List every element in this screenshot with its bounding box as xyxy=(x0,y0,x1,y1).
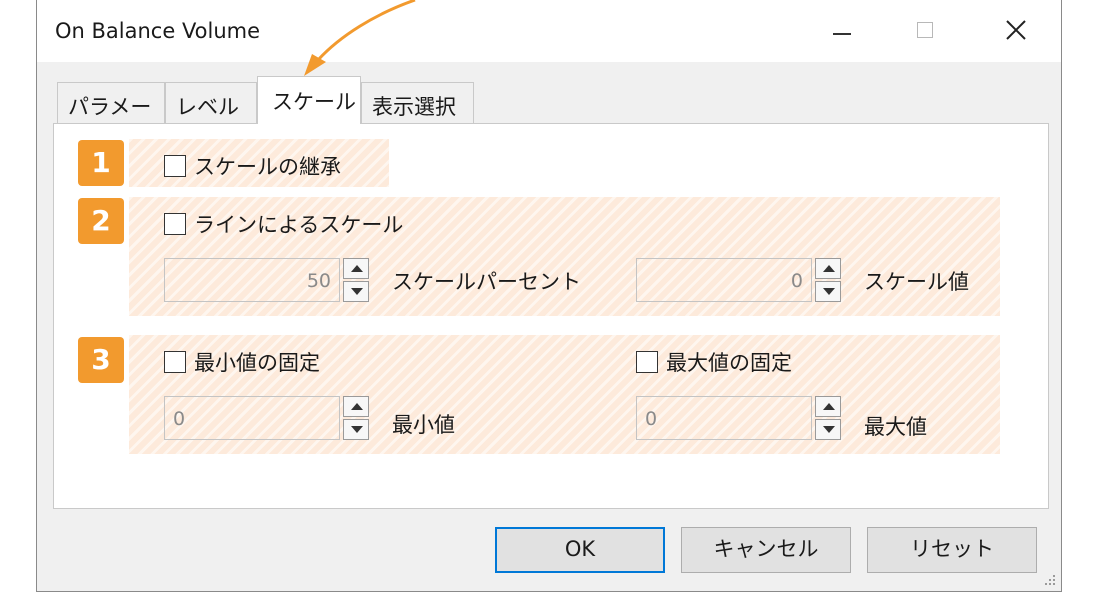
close-icon xyxy=(1006,20,1026,40)
checkbox-box[interactable] xyxy=(164,213,186,235)
fix-min-label: 最小値の固定 xyxy=(194,351,320,375)
cancel-button[interactable]: キャンセル xyxy=(681,527,851,573)
spin-down-icon[interactable] xyxy=(815,281,841,302)
spin-up-icon[interactable] xyxy=(343,258,369,279)
section-badge-2: 2 xyxy=(78,198,124,244)
max-value-label: 最大値 xyxy=(864,415,927,439)
tab-display[interactable]: 表示選択 xyxy=(361,82,474,123)
fix-max-label: 最大値の固定 xyxy=(666,351,792,375)
max-value-stepper[interactable] xyxy=(815,396,841,440)
checkbox-box[interactable] xyxy=(164,155,186,177)
tab-scale[interactable]: スケール xyxy=(257,76,361,124)
minimize-button[interactable] xyxy=(805,0,875,62)
window-title: On Balance Volume xyxy=(55,19,261,43)
tab-levels[interactable]: レベル xyxy=(165,82,257,123)
fix-max-checkbox[interactable]: 最大値の固定 xyxy=(636,347,792,377)
scale-percent-stepper[interactable] xyxy=(343,258,369,302)
min-value-input[interactable]: 0 xyxy=(164,396,340,440)
spin-down-icon[interactable] xyxy=(343,419,369,440)
fix-min-checkbox[interactable]: 最小値の固定 xyxy=(164,347,320,377)
spin-down-icon[interactable] xyxy=(343,281,369,302)
section-badge-1: 1 xyxy=(78,140,124,186)
title-bar[interactable]: On Balance Volume xyxy=(37,0,1061,62)
spin-up-icon[interactable] xyxy=(815,396,841,417)
scale-panel: 1 2 3 スケールの継承 ラインによるスケール 50 スケールパーセント 0 … xyxy=(53,123,1049,509)
scale-value-label: スケール値 xyxy=(864,270,969,294)
scale-value-stepper[interactable] xyxy=(815,258,841,302)
line-scale-label: ラインによるスケール xyxy=(194,213,404,237)
line-scale-checkbox[interactable]: ラインによるスケール xyxy=(164,209,403,239)
ok-button[interactable]: OK xyxy=(495,527,665,573)
checkbox-box[interactable] xyxy=(636,351,658,373)
spin-up-icon[interactable] xyxy=(815,258,841,279)
inherit-scale-checkbox[interactable]: スケールの継承 xyxy=(164,151,341,181)
min-value-label: 最小値 xyxy=(392,413,455,437)
scale-percent-input[interactable]: 50 xyxy=(164,258,340,302)
reset-button[interactable]: リセット xyxy=(867,527,1037,573)
spin-up-icon[interactable] xyxy=(343,396,369,417)
resize-grip-icon[interactable] xyxy=(1043,573,1057,587)
spin-down-icon[interactable] xyxy=(815,419,841,440)
tab-parameters[interactable]: パラメータ xyxy=(57,82,165,149)
dialog-window: On Balance Volume パラメータ レベル スケール 表示選択 1 … xyxy=(36,0,1062,592)
min-value-stepper[interactable] xyxy=(343,396,369,440)
close-button[interactable] xyxy=(981,0,1051,62)
scale-value-input[interactable]: 0 xyxy=(636,258,812,302)
scale-percent-label: スケールパーセント xyxy=(392,270,581,294)
section-badge-3: 3 xyxy=(78,337,124,383)
inherit-scale-label: スケールの継承 xyxy=(194,155,341,179)
max-value-input[interactable]: 0 xyxy=(636,396,812,440)
maximize-button[interactable] xyxy=(891,0,961,62)
checkbox-box[interactable] xyxy=(164,351,186,373)
